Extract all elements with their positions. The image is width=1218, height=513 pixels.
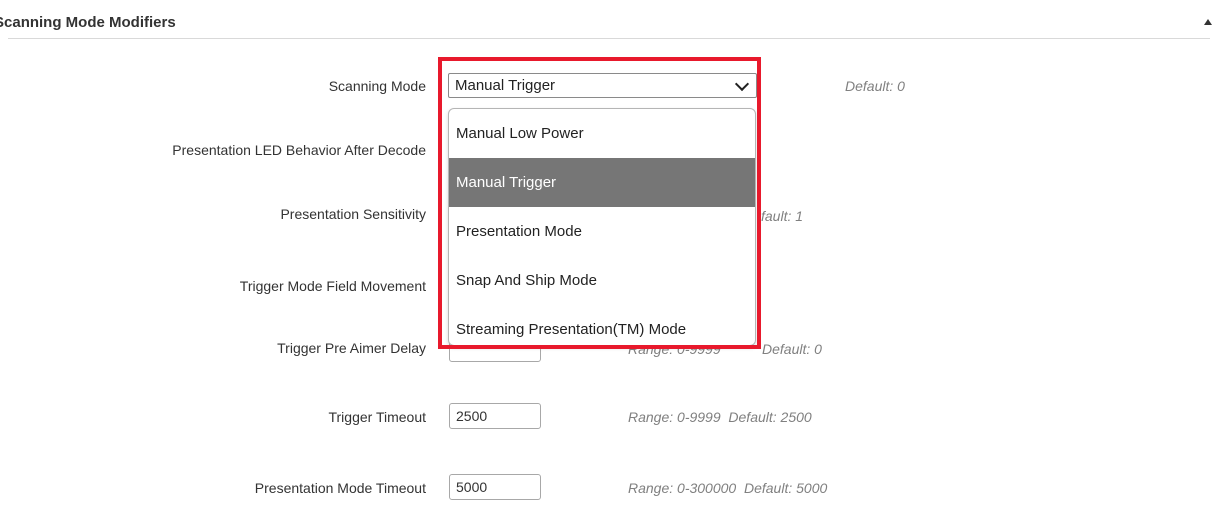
option-manual-low-power[interactable]: Manual Low Power (449, 109, 755, 158)
scanning-mode-selected-value: Manual Trigger (455, 77, 556, 94)
option-snap-and-ship-mode[interactable]: Snap And Ship Mode (449, 256, 755, 305)
presentation-timeout-input[interactable] (449, 474, 541, 500)
sensitivity-label: Presentation Sensitivity (280, 206, 426, 222)
scanning-mode-select[interactable]: Manual Trigger (448, 73, 757, 98)
presentation-timeout-label: Presentation Mode Timeout (254, 480, 426, 496)
option-streaming-presentation-mode[interactable]: Streaming Presentation(TM) Mode (449, 305, 755, 345)
scanning-mode-default-hint: Default: 0 (845, 78, 905, 94)
scanning-mode-label: Scanning Mode (328, 78, 426, 94)
section-divider (8, 38, 1210, 39)
sensitivity-default-hint: fault: 1 (761, 208, 804, 224)
option-manual-trigger[interactable]: Manual Trigger (449, 158, 755, 207)
chevron-down-icon (734, 76, 750, 92)
trigger-timeout-input[interactable] (449, 403, 541, 429)
presentation-timeout-hint: Range: 0-300000 Default: 5000 (628, 480, 828, 496)
pre-aimer-label: Trigger Pre Aimer Delay (277, 340, 426, 356)
trigger-timeout-label: Trigger Timeout (328, 409, 426, 425)
pre-aimer-default-hint: Default: 0 (762, 341, 822, 357)
field-movement-label: Trigger Mode Field Movement (239, 278, 426, 294)
section-title: Scanning Mode Modifiers (0, 14, 176, 31)
trigger-timeout-hint: Range: 0-9999 Default: 2500 (628, 409, 812, 425)
led-behavior-label: Presentation LED Behavior After Decode (172, 142, 426, 158)
scanning-mode-dropdown-list: Manual Low Power Manual Trigger Presenta… (448, 108, 756, 346)
collapse-arrow-icon[interactable] (1204, 19, 1212, 25)
option-presentation-mode[interactable]: Presentation Mode (449, 207, 755, 256)
